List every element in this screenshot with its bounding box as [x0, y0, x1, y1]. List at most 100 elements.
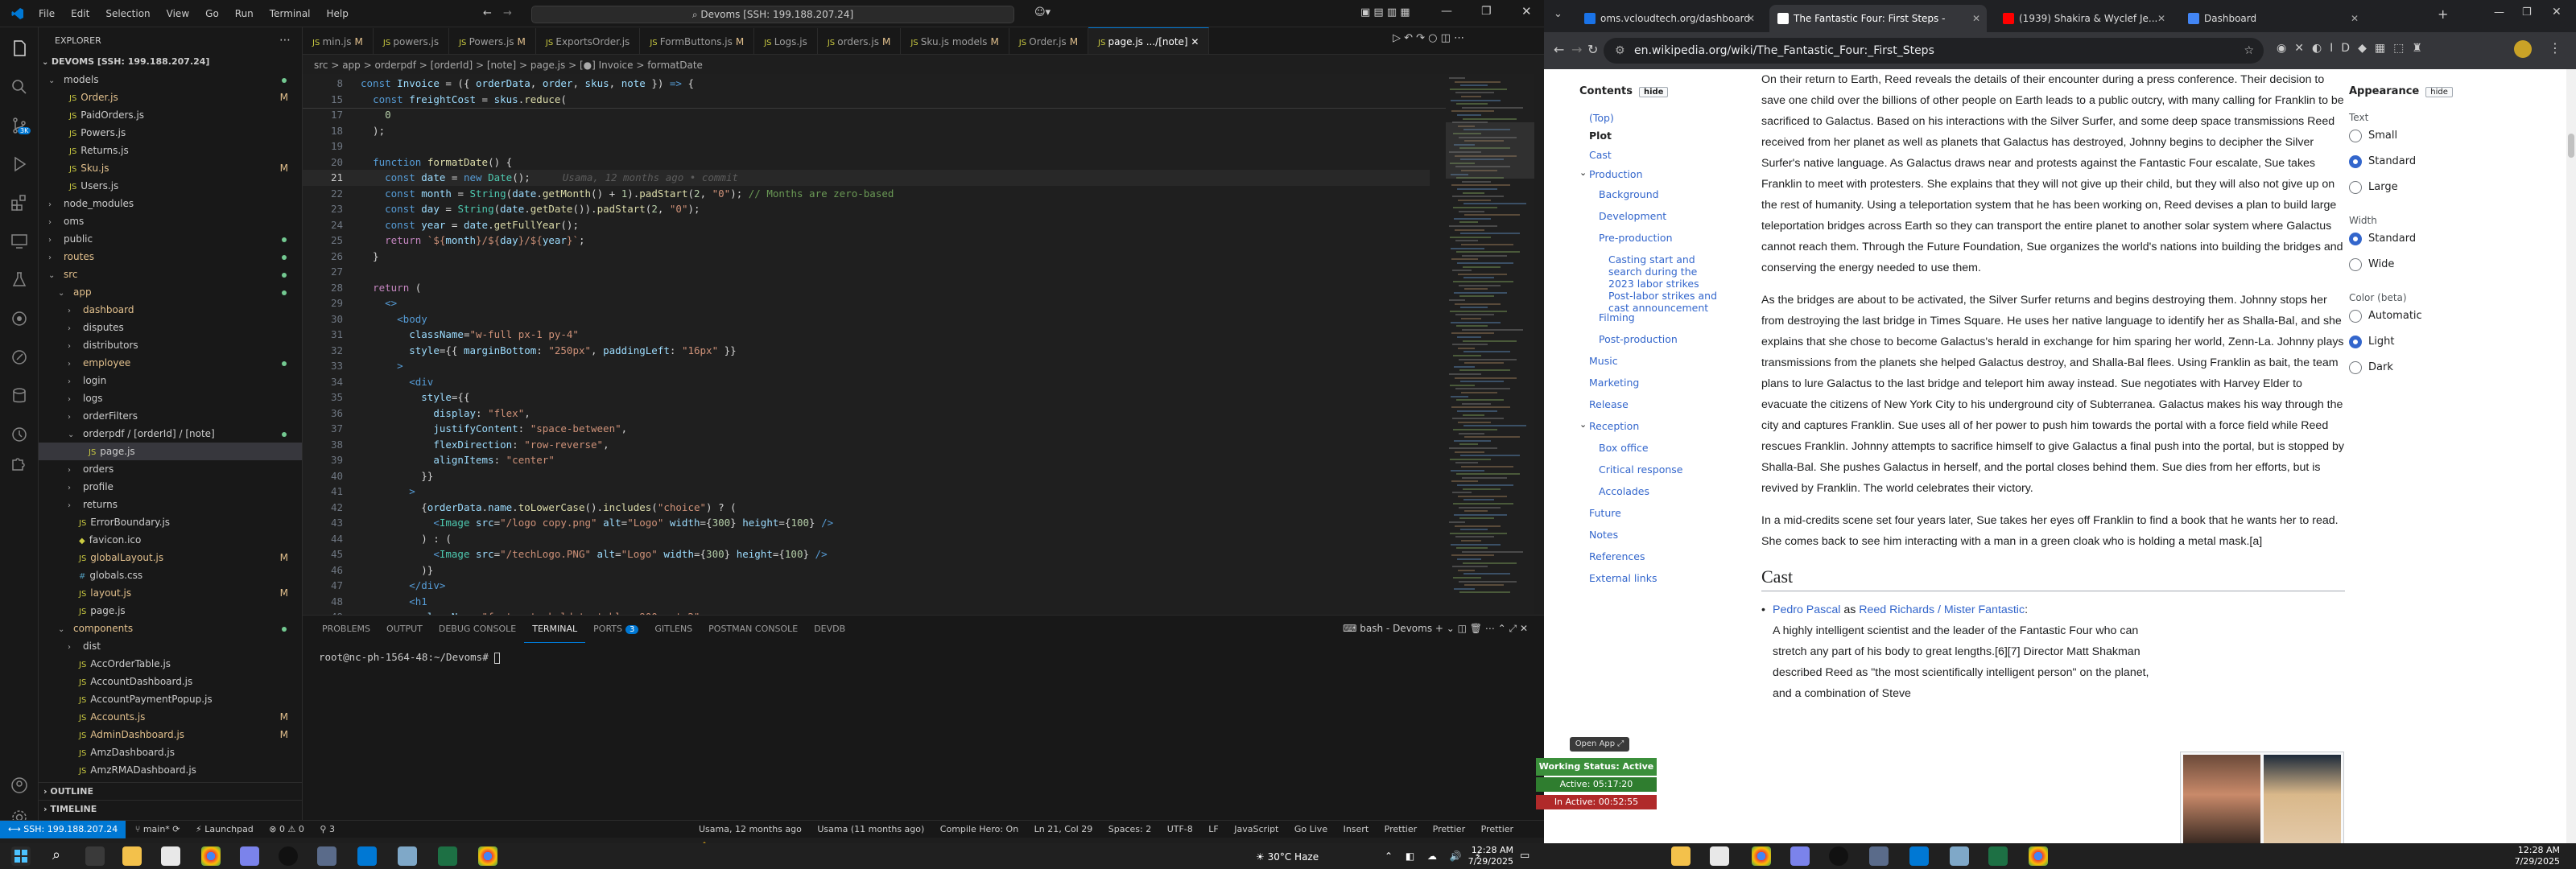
terminal-actions[interactable]: ⌨ bash - Devoms + ⌄ ◫ 🗑 ⋯ ⌃ ⤢ ✕: [1343, 623, 1528, 635]
close-tab-icon[interactable]: ✕: [2351, 5, 2359, 32]
prettier-1[interactable]: Prettier: [1378, 821, 1423, 838]
tree-folder[interactable]: › login: [39, 372, 302, 389]
timeline-view-icon[interactable]: [10, 425, 29, 444]
tree-file[interactable]: JS Users.js: [39, 177, 302, 195]
editor-tab[interactable]: JS min.js M: [303, 28, 374, 54]
toc-hide-button[interactable]: hide: [1638, 87, 1669, 97]
tree-folder[interactable]: ⌄ components: [39, 620, 302, 637]
tree-folder[interactable]: ⌄ src: [39, 266, 302, 283]
browser-tab[interactable]: (1939) Shakira & Wyclef Je... ✕: [1995, 5, 2172, 32]
media-app-icon-2[interactable]: [1829, 846, 1848, 866]
chrome-icon-2[interactable]: [478, 846, 497, 866]
tree-folder[interactable]: ⌄ models: [39, 71, 302, 89]
tree-folder[interactable]: › orderFilters: [39, 407, 302, 425]
tree-folder[interactable]: ⌄ app: [39, 283, 302, 301]
close-tab-icon[interactable]: ✕: [1972, 5, 1980, 32]
toc-item[interactable]: Release: [1589, 398, 1726, 410]
chrome-icon[interactable]: [201, 846, 221, 866]
open-app-button[interactable]: Open App ⤢: [1570, 737, 1629, 752]
tree-file[interactable]: JS AccountPaymentPopup.js: [39, 690, 302, 708]
browser-forward-icon[interactable]: →: [1571, 42, 1582, 57]
toc-item[interactable]: Marketing: [1589, 377, 1726, 389]
file-explorer-icon[interactable]: [122, 846, 142, 866]
editor-tab[interactable]: JS orders.js M: [818, 28, 902, 54]
panel-tab-ports[interactable]: PORTS 3: [585, 616, 646, 643]
nav-forward-icon[interactable]: →: [503, 7, 512, 19]
code-line[interactable]: 36 display: "flex",: [303, 406, 1430, 422]
radio-standard[interactable]: Standard: [2349, 226, 2486, 252]
browser-tab[interactable]: oms.vcloudtech.org/dashboard ✕: [1576, 5, 1761, 32]
chrome-icon-4[interactable]: [2029, 846, 2048, 866]
code-line[interactable]: 15 const freightCost = skus.reduce(: [303, 92, 1430, 108]
tree-folder[interactable]: › routes: [39, 248, 302, 266]
copilot-icon[interactable]: ☺▾: [1034, 6, 1051, 19]
tree-folder[interactable]: › dist: [39, 637, 302, 655]
close-tab-icon[interactable]: ✕: [1188, 36, 1199, 47]
radio-light[interactable]: Light: [2349, 329, 2486, 355]
code-line[interactable]: 39 alignItems: "center": [303, 452, 1430, 468]
calendar-app-icon-2[interactable]: [1710, 846, 1729, 866]
tree-file[interactable]: ◆ favicon.ico: [39, 531, 302, 549]
editor-tab[interactable]: JS Sku.js models M: [901, 28, 1009, 54]
tree-file[interactable]: JS layout.js M: [39, 584, 302, 602]
task-view-icon[interactable]: [85, 846, 105, 866]
panel-tab-postman-console[interactable]: POSTMAN CONSOLE: [700, 616, 806, 643]
tree-folder[interactable]: › orders: [39, 460, 302, 478]
browser-minimize-button[interactable]: —: [2494, 6, 2504, 19]
code-line[interactable]: 22 const month = String(date.getMonth() …: [303, 186, 1430, 202]
gitlens-icon[interactable]: [10, 309, 29, 328]
code-line[interactable]: 26 }: [303, 249, 1430, 265]
tree-file[interactable]: JS Returns.js: [39, 142, 302, 159]
outline-section[interactable]: › OUTLINE: [39, 782, 302, 800]
browser-close-button[interactable]: ✕: [2552, 6, 2562, 19]
radio-button[interactable]: [2349, 233, 2362, 245]
menu-view[interactable]: View: [159, 8, 197, 19]
code-line[interactable]: 41 >: [303, 484, 1430, 500]
tree-folder[interactable]: ⌄ orderpdf / [orderId] / [note]: [39, 425, 302, 443]
panel-tab-problems[interactable]: PROBLEMS: [314, 616, 378, 643]
menu-selection[interactable]: Selection: [97, 8, 158, 19]
database-icon[interactable]: [10, 386, 29, 406]
code-line[interactable]: 40 }}: [303, 468, 1430, 484]
chevron-down-icon[interactable]: ⌄: [1579, 418, 1587, 430]
profile-avatar[interactable]: [2514, 40, 2532, 58]
code-line[interactable]: 25 return `${month}/${day}/${year}`;: [303, 233, 1430, 249]
tree-file[interactable]: JS Powers.js: [39, 124, 302, 142]
tree-file[interactable]: JS Sku.js M: [39, 159, 302, 177]
toc-item[interactable]: Critical response: [1599, 463, 1726, 476]
toc-item[interactable]: Post-production: [1599, 333, 1726, 345]
tree-folder[interactable]: › profile: [39, 478, 302, 496]
toc-item[interactable]: Music: [1589, 355, 1726, 367]
radio-large[interactable]: Large: [2349, 175, 2486, 200]
code-line[interactable]: 44 ) : (: [303, 531, 1430, 547]
toc-item[interactable]: Casting start and search during the 2023…: [1608, 253, 1726, 290]
tree-file[interactable]: JS globalLayout.js M: [39, 549, 302, 566]
eol[interactable]: LF: [1202, 821, 1224, 838]
menu-file[interactable]: File: [31, 8, 63, 19]
close-tab-icon[interactable]: ✕: [2157, 5, 2165, 32]
code-line[interactable]: 47 </div>: [303, 578, 1430, 594]
cast-role-link[interactable]: Reed Richards / Mister Fantastic: [1859, 603, 2025, 616]
workspace-root[interactable]: ⌄ DEVOMS [SSH: 199.188.207.24]: [42, 53, 299, 71]
close-button[interactable]: ✕: [1521, 4, 1532, 19]
minimize-button[interactable]: —: [1441, 5, 1452, 18]
code-line[interactable]: 35 style={{: [303, 389, 1430, 406]
code-line[interactable]: 29 <>: [303, 295, 1430, 311]
menu-help[interactable]: Help: [319, 8, 357, 19]
radio-button[interactable]: [2349, 258, 2362, 271]
command-center-search[interactable]: ⌕ Devoms [SSH: 199.188.207.24]: [531, 6, 1014, 23]
toc-item[interactable]: Plot: [1589, 130, 1726, 142]
calendar-app-icon[interactable]: [161, 846, 180, 866]
tree-folder[interactable]: › public: [39, 230, 302, 248]
code-line[interactable]: 33 >: [303, 358, 1430, 374]
tree-folder[interactable]: › returns: [39, 496, 302, 513]
toc-item[interactable]: Pre-production: [1599, 232, 1726, 244]
media-app-icon[interactable]: [279, 846, 298, 866]
code-line[interactable]: 34 <div: [303, 374, 1430, 390]
editor-tab[interactable]: JS Logs.js: [754, 28, 818, 54]
toc-item[interactable]: Cast: [1589, 149, 1726, 161]
indentation[interactable]: Spaces: 2: [1102, 821, 1158, 838]
bookmark-star-icon[interactable]: ☆: [2244, 38, 2254, 64]
explorer-icon[interactable]: [10, 39, 29, 58]
radio-button[interactable]: [2349, 361, 2362, 374]
